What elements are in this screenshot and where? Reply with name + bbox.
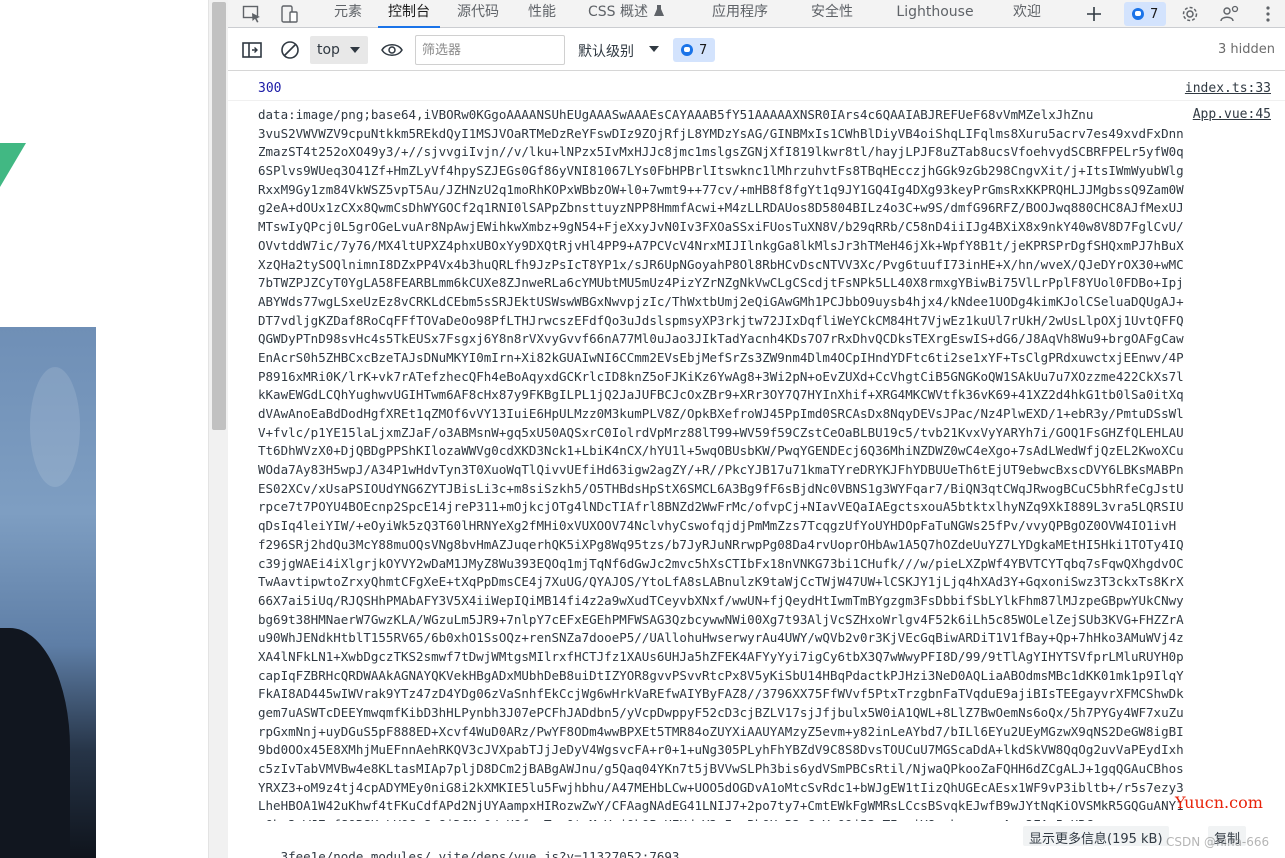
watermark-csdn: CSDN @nina-666: [1166, 835, 1270, 849]
watermark-yuucn: Yuucn.com: [1175, 793, 1263, 812]
context-selector-value: top: [317, 42, 340, 58]
toggle-sidebar-icon[interactable]: [238, 37, 266, 63]
base64-line: gem7uASWTcDEEYmwqmfKibD3hHLPynbh3J07ePCF…: [258, 705, 1184, 720]
base64-line: ZmazST4t252oXO49y3/+//sjvvgiIvjn//v/lku+…: [258, 144, 1184, 160]
hidden-messages-count: 3 hidden: [1218, 42, 1275, 57]
page-scrollbar[interactable]: [208, 0, 228, 858]
base64-line: OVvtddW7ic/7y76/MX4ltUPXZ4phxUBOxYy9DXQt…: [258, 237, 1184, 253]
console-message-value: 300: [258, 81, 282, 96]
tab-css-overview-label: CSS 概述: [588, 4, 648, 20]
base64-line: u90WhJENdkHtblT155RV65/6b0xhO1SsOQz+renS…: [258, 630, 1184, 646]
devtools-panel: 元素 控制台 源代码 性能 CSS 概述 应用程序 安全性 Lighthouse…: [228, 0, 1285, 858]
tab-css-overview[interactable]: CSS 概述: [588, 0, 665, 28]
base64-line: QGWDyPTnD98svHc4s5TkEUSx7Fsgxj6Y8n8rVXvy…: [258, 331, 1184, 347]
base64-line: 9bd0OOx45E8XMhjMuEFnnAehRKQV3cJVXpabTJjJ…: [258, 742, 1184, 758]
page-scrollbar-thumb[interactable]: [212, 2, 226, 430]
base64-line: rpce7t7POYU4BOEcnp2SpcE14jreP311+mOjkcjO…: [258, 499, 1184, 515]
base64-line: g2eA+dOUx1zCXx8QwmCsDhWYGOCf2q1RNI0lSAPp…: [258, 200, 1184, 216]
photo-highlight: [30, 367, 80, 487]
vue-logo-icon: [0, 143, 26, 187]
settings-gear-icon[interactable]: [1174, 0, 1206, 28]
base64-line: qDsIq4leiYIW/+eOyiWk5zQ3T60lHRNYeXg2fMHi…: [258, 518, 1177, 534]
tab-welcome[interactable]: 欢迎: [1006, 0, 1048, 28]
base64-line: ES02XCv/xUsaPSIOUdYNG6ZYTJBisLi3c+m8siSz…: [258, 480, 1184, 496]
web-page-viewport: [0, 0, 208, 858]
tab-security[interactable]: 安全性: [804, 0, 860, 28]
base64-line: cOhu2uWJ7cfSORSKwLVOGuSu8iDGMpO/vH9fvvTy…: [258, 816, 1258, 821]
base64-line: WOda7Ay83H5wpJ/A34P1wHdvTyn3T0XuoWqTlQiv…: [258, 462, 1184, 478]
tab-sources[interactable]: 源代码: [450, 0, 506, 28]
base64-line: data:image/png;base64,iVBORw0KGgoAAAANSU…: [258, 107, 1094, 122]
base64-line: 7bTWZPJZCyT0YgLA58FEARBLmm6kCUXe8ZJnweRL…: [258, 275, 1184, 291]
base64-line: capIqFZBRHcQRDWAAkAGNAYQKVekHBgADxMUbhDe…: [258, 667, 1184, 683]
base64-line: 6SPlvs9WUeq3O41Zf+HmZLyVf4hpySZJEGs0Gf86…: [258, 163, 1184, 179]
clear-console-icon[interactable]: [276, 37, 304, 63]
base64-line: kKawEWGdLCQhYughwvUGIHTwm6AF8cHx87y9FKBg…: [258, 387, 1184, 403]
log-levels-dropdown[interactable]: 默认级别: [578, 41, 634, 61]
devtools-tab-bar: 元素 控制台 源代码 性能 CSS 概述 应用程序 安全性 Lighthouse…: [228, 0, 1285, 28]
context-selector[interactable]: top: [310, 36, 368, 64]
screenshot-root: 元素 控制台 源代码 性能 CSS 概述 应用程序 安全性 Lighthouse…: [0, 0, 1285, 858]
base64-line: Tt6DhWVzX0+DjQBDgPPShKIlozaWWVg0cdXKD3Nc…: [258, 443, 1184, 459]
photo-dark-shape: [0, 628, 70, 858]
inspect-element-icon[interactable]: [236, 0, 268, 28]
base64-line: V+fvlc/p1YE15laLjxmZJaF/o3ABMsnW+gq5xU50…: [258, 424, 1184, 440]
base64-line: TwAavtipwtoZrxyQhmtCFgXeE+tXqPpDmsCE4j7X…: [258, 574, 1184, 590]
more-options-icon[interactable]: [1252, 0, 1284, 28]
issues-badge-count: 7: [1150, 6, 1159, 22]
device-toolbar-icon[interactable]: [274, 0, 306, 28]
base64-line: c39jgWAEi4iXlgrjkOYVY2wDaM1JMyZ8Wu393EQO…: [258, 555, 1184, 571]
issues-chat-icon: [1132, 8, 1144, 20]
feedback-people-icon[interactable]: [1214, 0, 1246, 28]
filter-input[interactable]: [415, 35, 565, 65]
levels-chevron-down-icon[interactable]: [649, 46, 659, 52]
base64-line: XA4lNFkLN1+XwbDgczTKS2smwf7tDwjWMtgsMIlr…: [258, 648, 1184, 664]
base64-line: FkAI8AD445wIWVrak9YTz47zD4YDg06zVaSnhfEk…: [258, 686, 1184, 702]
console-output: 300 index.ts:33 data:image/png;base64,iV…: [228, 71, 1285, 858]
base64-line: XzQHa2tySOQlnimnI8DZxPP4Vx4b3huQRLfh9JzP…: [258, 256, 1184, 272]
tab-application[interactable]: 应用程序: [704, 0, 776, 28]
console-message-base64: data:image/png;base64,iVBORw0KGgoAAAANSU…: [228, 101, 1285, 825]
chevron-down-icon: [350, 47, 360, 53]
base64-line: YRXZ3+oM9z4tj4cpADYMEy0niG8i2kXMKIE5lu5F…: [258, 779, 1184, 795]
base64-line: c5zIvTabVMVBw4e8KLtasMIAp7pljD8DCm2jBABg…: [258, 761, 1184, 777]
base64-line: RxxM9Gy1zm84VkWSZ5vpT5Au/JZHNzU2q1moRhKO…: [258, 181, 1184, 197]
base64-line: 66X7ai5iUq/RJQSHhPMAbAFY3V5X4iiWepIQiMB1…: [258, 592, 1184, 608]
tab-performance[interactable]: 性能: [520, 0, 564, 28]
base64-line: bg69t38HMNaerW7GwzKLA/WGzuLm5JR9+7nlpY7c…: [258, 611, 1184, 627]
source-link[interactable]: index.ts:33: [1185, 81, 1271, 96]
issues-badge[interactable]: 7: [1124, 2, 1167, 26]
tab-elements[interactable]: 元素: [324, 0, 372, 28]
base64-line: f296SRj2hdQu3McY88muOQsVNg8bvHmAZJuqerhQ…: [258, 536, 1184, 552]
more-tabs-plus-icon[interactable]: [1078, 0, 1110, 28]
source-link-app-vue[interactable]: App.vue:45: [1193, 107, 1271, 122]
base64-line: EnAcrS0h5ZHBCxcBzeTAJsDNuMKYI0mIrn+Xi82k…: [258, 349, 1184, 365]
base64-line: rpGxmNnj+uyDGuS5pF888ED+Xcvf4WuD0ARz/PwY…: [258, 723, 1184, 739]
base64-line: LheHBOA1W42uKhwf4tFKuCdfAPd2NjUYAampxHIR…: [258, 798, 1184, 814]
show-more-button[interactable]: 显示更多信息(195 kB): [1023, 826, 1169, 847]
toolbar-issues-count: 7: [699, 42, 708, 58]
tab-lighthouse[interactable]: Lighthouse: [892, 0, 978, 28]
base64-line: ABYWds77wgLSxeUzEz8vCRKLdCEbm5sSRJEktUSW…: [258, 293, 1184, 309]
console-message: 300 index.ts:33: [228, 71, 1285, 101]
console-toolbar: top 默认级别 7 3 hidden: [228, 29, 1285, 71]
flask-icon: [654, 5, 665, 16]
live-expression-eye-icon[interactable]: [378, 37, 406, 63]
base64-line: DT7vdljgKZDaf8RoCqFFfTOVaDeOo98PfLTHJrwc…: [258, 312, 1184, 328]
toolbar-issues-icon: [681, 44, 693, 56]
next-console-row-partial: ...3fee1e/node_modules/.vite/deps/vue.js…: [258, 849, 680, 858]
toolbar-issues-badge[interactable]: 7: [673, 38, 716, 62]
base64-line: MTswIyQPcj0L5grOGeLvuAr8NpAwjEWihkwXmbz+…: [258, 219, 1184, 235]
base64-line: 3vuS2VWVWZV9cpuNtkkm5REkdQyI1MSJVOaRTMeD…: [258, 125, 1184, 141]
base64-line: dVAwAnoEaBdDodHgfXREt1qZMOf6vVY13IuiE6Hp…: [258, 406, 1184, 421]
base64-line: P8916xMRi0K/lrK+vk7rATefzhecQFh4eBoAqyxd…: [258, 368, 1184, 384]
tab-console[interactable]: 控制台: [378, 0, 440, 28]
base64-data-text: data:image/png;base64,iVBORw0KGgoAAAANSU…: [258, 106, 1258, 821]
background-photo: [0, 327, 96, 858]
